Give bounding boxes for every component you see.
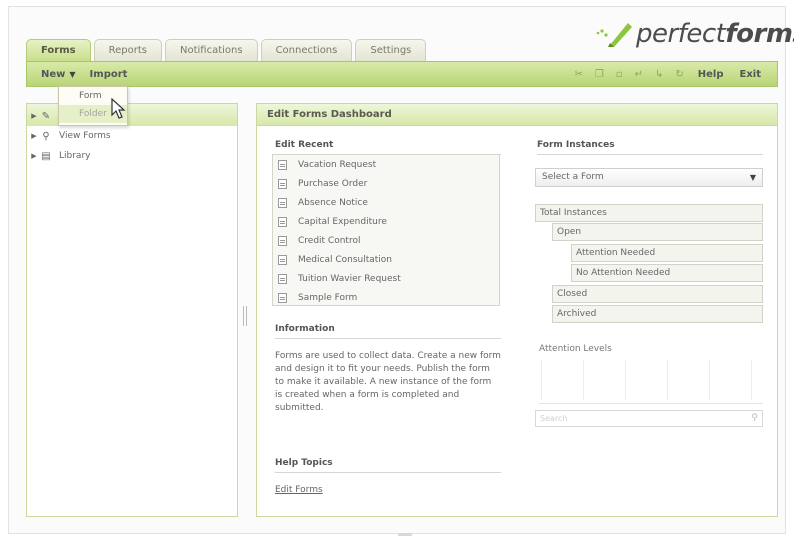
dashboard-title: Edit Forms Dashboard bbox=[257, 104, 777, 126]
list-item[interactable]: Medical Consultation bbox=[273, 250, 499, 269]
list-item-label: Purchase Order bbox=[298, 178, 368, 189]
list-item[interactable]: Capital Expenditure bbox=[273, 212, 499, 231]
document-icon bbox=[278, 235, 287, 246]
search-icon[interactable]: ⚲ bbox=[751, 411, 758, 426]
total-instances-row[interactable]: Total Instances bbox=[535, 204, 763, 222]
chart-gridline bbox=[625, 360, 626, 400]
dashboard-panel: Edit Forms Dashboard Edit Recent Vacatio… bbox=[256, 103, 778, 517]
document-icon bbox=[278, 216, 287, 227]
document-icon bbox=[278, 273, 287, 284]
tab-connections[interactable]: Connections bbox=[260, 39, 353, 61]
edit-forms-help-link[interactable]: Edit Forms bbox=[275, 485, 323, 495]
list-item-label: Vacation Request bbox=[298, 159, 377, 170]
logo-text: perfectforms bbox=[636, 19, 794, 49]
list-item[interactable]: Credit Control bbox=[273, 231, 499, 250]
closed-instances-row[interactable]: Closed bbox=[552, 285, 763, 303]
undo-icon[interactable]: ↵ bbox=[629, 69, 649, 80]
chart-gridline bbox=[541, 360, 542, 400]
book-icon: ▤ bbox=[41, 150, 51, 162]
copy-icon[interactable]: ❐ bbox=[589, 69, 610, 80]
select-form-value: Select a Form bbox=[542, 172, 604, 182]
chart-gridline bbox=[667, 360, 668, 400]
search-placeholder: Search bbox=[540, 414, 568, 423]
attention-levels-title: Attention Levels bbox=[539, 344, 612, 354]
new-dropdown-arrow-icon[interactable]: ▼ bbox=[67, 70, 81, 79]
list-item[interactable]: Tuition Wavier Request bbox=[273, 269, 499, 288]
chart-gridline bbox=[583, 360, 584, 400]
mouse-cursor-icon bbox=[111, 98, 126, 119]
panel-splitter-handle[interactable] bbox=[243, 306, 247, 326]
tree-item-library[interactable]: ▶ ▤ Library bbox=[29, 146, 111, 166]
chevron-down-icon: ▼ bbox=[749, 173, 756, 182]
form-instances-title: Form Instances bbox=[537, 140, 763, 155]
edit-recent-list: Vacation Request Purchase Order Absence … bbox=[272, 154, 500, 306]
attention-levels-chart bbox=[539, 360, 763, 404]
exit-button[interactable]: Exit bbox=[732, 69, 770, 80]
open-instances-row[interactable]: Open bbox=[552, 223, 763, 241]
tree-item-label: View Forms bbox=[59, 131, 111, 141]
list-item-label: Credit Control bbox=[298, 235, 361, 246]
edit-recent-title: Edit Recent bbox=[275, 140, 501, 155]
list-item-label: Capital Expenditure bbox=[298, 216, 387, 227]
refresh-icon[interactable]: ↻ bbox=[669, 69, 689, 80]
archived-instances-row[interactable]: Archived bbox=[552, 305, 763, 323]
expand-arrow-icon[interactable]: ▶ bbox=[29, 152, 39, 160]
list-item[interactable]: Sample Form bbox=[273, 288, 499, 307]
select-form-dropdown[interactable]: Select a Form ▼ bbox=[535, 168, 763, 187]
expand-arrow-icon[interactable]: ▶ bbox=[29, 132, 39, 140]
tab-notifications[interactable]: Notifications bbox=[164, 39, 258, 61]
cut-icon[interactable]: ✂ bbox=[568, 69, 588, 80]
attention-search-input[interactable]: Search ⚲ bbox=[535, 410, 763, 427]
no-attention-needed-row[interactable]: No Attention Needed bbox=[571, 264, 763, 282]
perfectforms-logo: perfectforms bbox=[594, 14, 794, 54]
attention-needed-row[interactable]: Attention Needed bbox=[571, 244, 763, 262]
tab-settings[interactable]: Settings bbox=[355, 39, 427, 61]
help-button[interactable]: Help bbox=[690, 69, 732, 80]
list-item-label: Tuition Wavier Request bbox=[298, 273, 401, 284]
pencil-icon: ✎ bbox=[41, 110, 51, 122]
document-icon bbox=[278, 254, 287, 265]
document-icon bbox=[278, 292, 287, 303]
toolbar: New ▼ Import ✂ ❐ ▫ ↵ ↳ ↻ Help Exit bbox=[26, 61, 778, 87]
main-tabs: Forms Reports Notifications Connections … bbox=[26, 39, 429, 61]
tab-reports[interactable]: Reports bbox=[93, 39, 162, 61]
import-button[interactable]: Import bbox=[82, 69, 136, 80]
list-item[interactable]: Absence Notice bbox=[273, 193, 499, 212]
help-topics-title: Help Topics bbox=[275, 458, 501, 473]
bottom-resize-grip[interactable] bbox=[398, 533, 412, 536]
chart-gridline bbox=[751, 360, 752, 400]
expand-arrow-icon[interactable]: ▶ bbox=[29, 112, 39, 120]
tab-forms[interactable]: Forms bbox=[26, 39, 91, 61]
document-icon bbox=[278, 178, 287, 189]
new-button[interactable]: New bbox=[27, 69, 67, 80]
chart-gridline bbox=[709, 360, 710, 400]
document-icon bbox=[278, 159, 287, 170]
paste-icon[interactable]: ▫ bbox=[610, 69, 629, 80]
magnifier-icon: ⚲ bbox=[42, 130, 50, 142]
redo-icon[interactable]: ↳ bbox=[649, 69, 669, 80]
document-icon bbox=[278, 197, 287, 208]
information-title: Information bbox=[275, 324, 501, 339]
logo-pen-icon bbox=[596, 23, 632, 47]
toolbar-right: ✂ ❐ ▫ ↵ ↳ ↻ Help Exit bbox=[568, 62, 769, 86]
list-item[interactable]: Vacation Request bbox=[273, 155, 499, 174]
left-navigation-panel: ▶ ✎ ▶ ⚲ View Forms ▶ ▤ Library bbox=[26, 103, 238, 517]
list-item-label: Medical Consultation bbox=[298, 254, 393, 265]
tree-item-view-forms[interactable]: ▶ ⚲ View Forms bbox=[29, 126, 111, 146]
list-item-label: Sample Form bbox=[298, 292, 358, 303]
list-item[interactable]: Purchase Order bbox=[273, 174, 499, 193]
list-item-label: Absence Notice bbox=[298, 197, 368, 208]
tree-item-label: Library bbox=[59, 151, 91, 161]
information-text: Forms are used to collect data. Create a… bbox=[275, 351, 501, 413]
